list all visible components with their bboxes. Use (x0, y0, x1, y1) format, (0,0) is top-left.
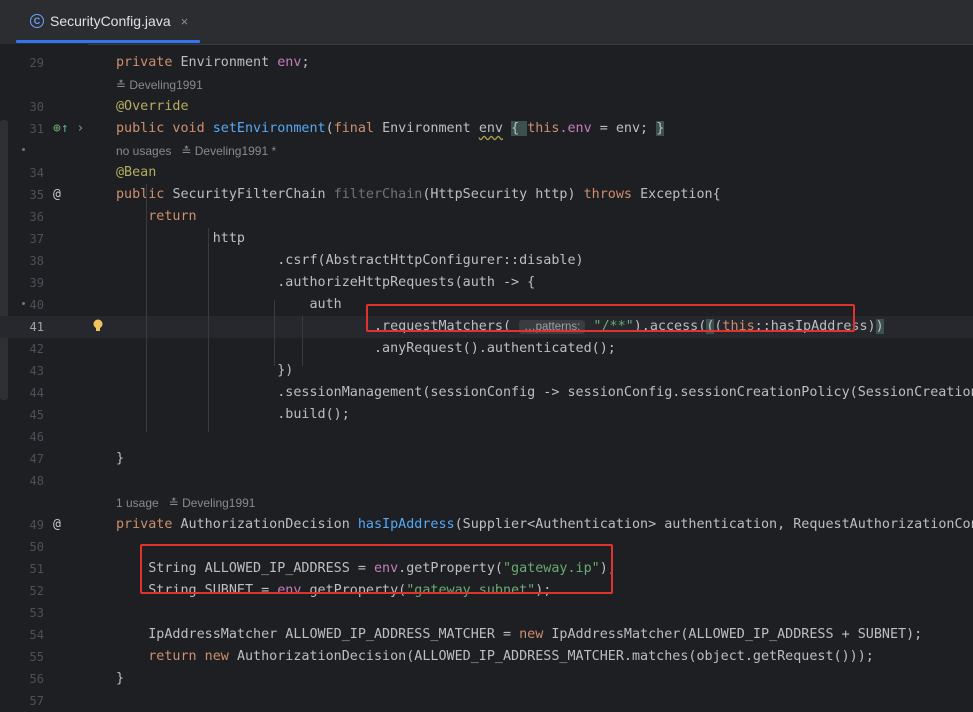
line-number: 51 (29, 562, 44, 576)
code-text: .authorizeHttpRequests(auth -> { (116, 275, 536, 290)
bean-icon[interactable]: @ (53, 514, 61, 536)
highlight-box (366, 304, 855, 332)
line-number: 40 (29, 298, 44, 312)
indent-guide (146, 184, 147, 432)
line-number: 48 (29, 474, 44, 488)
fold-marker-icon[interactable] (22, 148, 25, 151)
code-line[interactable]: 31 ⊕↑ › public void setEnvironment(final E… (0, 118, 973, 140)
line-number: 35 (29, 188, 44, 202)
code-vision-hint[interactable]: ≛ Develing1991 (116, 74, 203, 96)
code-text: IpAddressMatcher ALLOWED_IP_ADDRESS_MATC… (116, 627, 923, 642)
code-text: public void setEnvironment(final Environ… (116, 121, 665, 136)
line-number: 45 (29, 408, 44, 422)
line-number: 43 (29, 364, 44, 378)
code-text: public SecurityFilterChain filterChain(H… (116, 187, 721, 202)
code-text: return new AuthorizationDecision(ALLOWED… (148, 649, 874, 664)
line-number: 56 (29, 672, 44, 686)
highlight-box (140, 544, 613, 594)
line-number: 42 (29, 342, 44, 356)
code-line[interactable]: 56} (0, 668, 973, 690)
code-text: @Override (116, 99, 189, 114)
line-number: 46 (29, 430, 44, 444)
line-number: 38 (29, 254, 44, 268)
code-text: return (148, 209, 197, 224)
line-number: 41 (29, 320, 44, 334)
code-line[interactable]: 29 private Environment env; (0, 52, 973, 74)
override-method-icon[interactable]: ⊕↑ › (53, 118, 84, 140)
line-number: 30 (29, 100, 44, 114)
editor-tab-bar: C SecurityConfig.java × (0, 0, 973, 45)
code-text: } (116, 451, 125, 466)
code-vision-hint[interactable]: no usages ≛ Develing1991 * (116, 140, 276, 162)
line-number: 49 (29, 518, 44, 532)
line-number: 47 (29, 452, 44, 466)
code-line[interactable]: 48 (0, 470, 973, 492)
line-number: 50 (29, 540, 44, 554)
code-text: .build(); (116, 407, 350, 422)
line-number: 37 (29, 232, 44, 246)
line-number: 52 (29, 584, 44, 598)
code-vision-hint[interactable]: 1 usage ≛ Develing1991 (116, 492, 255, 514)
code-line[interactable]: 54 IpAddressMatcher ALLOWED_IP_ADDRESS_M… (0, 624, 973, 646)
line-number: 34 (29, 166, 44, 180)
code-line[interactable]: 53 (0, 602, 973, 624)
code-text: private AuthorizationDecision hasIpAddre… (116, 517, 973, 532)
code-text: private Environment env; (116, 55, 310, 70)
active-tab-indicator (16, 40, 200, 43)
line-number: 57 (29, 694, 44, 708)
code-text: } (116, 671, 125, 686)
line-number: 44 (29, 386, 44, 400)
code-text: .sessionManagement(sessionConfig -> sess… (116, 385, 973, 400)
line-number: 29 (29, 56, 44, 70)
indent-guide (208, 228, 209, 432)
code-line[interactable]: 34 @Bean (0, 162, 973, 184)
code-line[interactable]: 57 (0, 690, 973, 712)
fold-marker-icon[interactable] (22, 302, 25, 305)
code-text: http (116, 231, 245, 246)
line-number: 55 (29, 650, 44, 664)
class-c-icon: C (30, 14, 44, 28)
code-line[interactable]: 55 return new AuthorizationDecision(ALLO… (0, 646, 973, 668)
bean-icon[interactable]: @ (53, 184, 61, 206)
indent-guide (302, 316, 303, 366)
code-text: .anyRequest().authenticated(); (116, 341, 616, 356)
code-line[interactable]: 49 @ private AuthorizationDecision hasIpAd… (0, 514, 973, 536)
code-text: auth (116, 297, 342, 312)
line-number: 36 (29, 210, 44, 224)
intention-bulb-icon[interactable] (93, 319, 103, 331)
tab-filename: SecurityConfig.java (50, 13, 171, 29)
line-number: 31 (29, 122, 44, 136)
line-number: 39 (29, 276, 44, 290)
code-text: .csrf(AbstractHttpConfigurer::disable) (116, 253, 584, 268)
close-icon[interactable]: × (181, 14, 189, 29)
line-number: 53 (29, 606, 44, 620)
code-text: @Bean (116, 165, 157, 180)
indent-guide (274, 300, 275, 366)
tab-securityconfig[interactable]: C SecurityConfig.java × (16, 0, 200, 42)
code-line[interactable]: 47} (0, 448, 973, 470)
code-line[interactable]: 30 @Override (0, 96, 973, 118)
line-number: 54 (29, 628, 44, 642)
code-text: }) (116, 363, 294, 378)
